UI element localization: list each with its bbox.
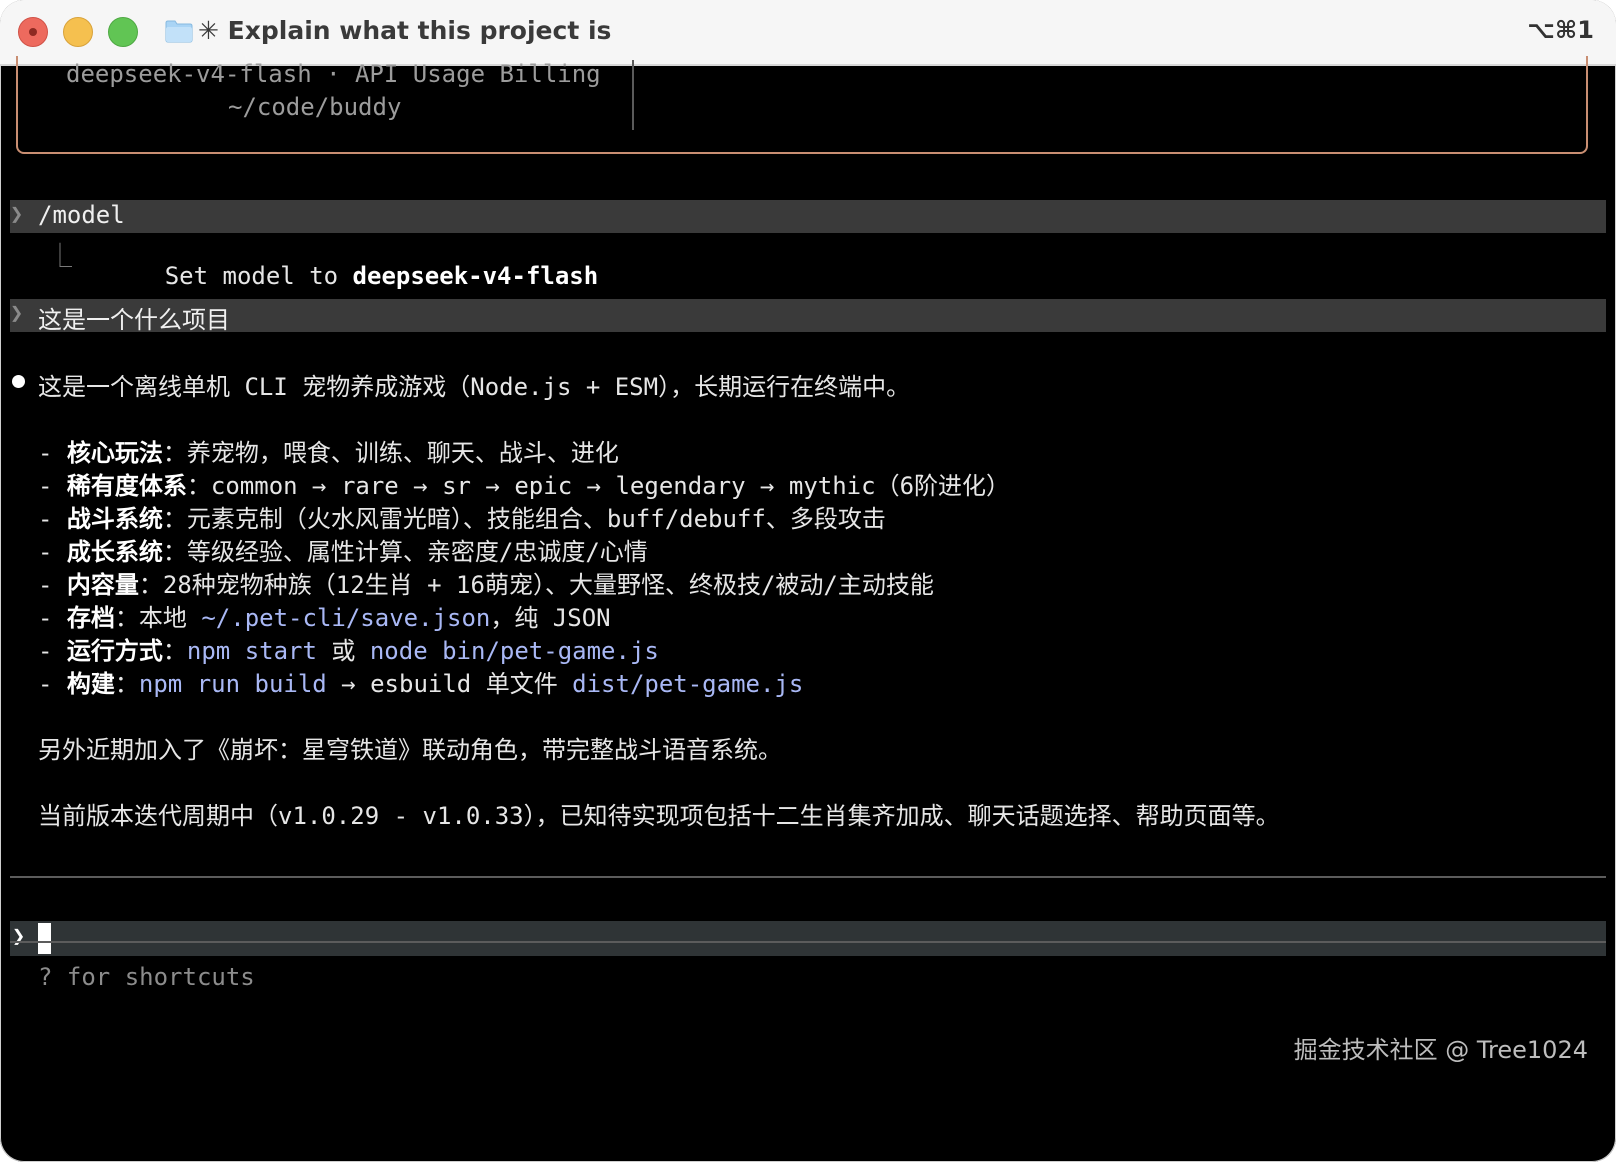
list-dash: - [38,538,67,566]
list-item-colon: ： [138,571,163,599]
model-billing-line: deepseek-v4-flash · API Usage Billing [66,60,601,88]
inline-code: npm run build [138,670,327,698]
list-item-label: 存档 [66,604,115,632]
list-item: - 内容量：28种宠物种族（12生肖 + 16萌宠）、大量野怪、终极技/被动/主… [38,565,934,600]
text-cursor [38,923,51,954]
list-dash: - [38,505,67,533]
list-item-colon: ： [114,670,139,698]
list-item-colon: ： [162,439,187,467]
list-item-text: ，纯 JSON [490,604,611,632]
answer-extra: 另外近期加入了《崩坏：星穹铁道》联动角色，带完整战斗语音系统。 [38,736,782,764]
terminal-content: deepseek-v4-flash · API Usage Billing ~/… [0,56,1616,1162]
answer-intro: 这是一个离线单机 CLI 宠物养成游戏（Node.js + ESM），长期运行在… [38,373,911,401]
prompt-chevron-icon: ❯ [12,924,26,949]
inline-code: node bin/pet-game.js [369,637,659,665]
list-dash: - [38,604,67,632]
working-directory: ~/code/buddy [228,93,402,121]
history-prompt-text: /model [38,201,125,229]
history-prompt-text: 这是一个什么项目 [38,306,230,334]
list-item: - 运行方式：npm start 或 node bin/pet-game.js [38,631,659,666]
list-item-text: 元素克制（火水风雷光暗）、技能组合、buff/debuff、多段攻击 [186,505,886,533]
prompt-input[interactable]: ❯ [10,921,1606,956]
list-item-colon: ： [114,604,139,632]
list-item-text: common → rare → sr → epic → legendary → … [210,472,1011,500]
list-item-text: 养宠物，喂食、训练、聊天、战斗、进化 [186,439,619,467]
list-item-label: 核心玩法 [66,439,163,467]
response-bullet-icon [12,375,25,388]
zoom-button[interactable] [108,17,138,47]
history-prompt-question: ❯ 这是一个什么项目 [10,299,1606,334]
list-dash: - [38,571,67,599]
list-item: - 存档：本地 ~/.pet-cli/save.json，纯 JSON [38,598,611,633]
minimize-button[interactable] [63,17,93,47]
list-item-label: 成长系统 [66,538,163,566]
list-item-label: 构建 [66,670,115,698]
list-dash: - [38,637,67,665]
list-item-colon: ： [162,505,187,533]
close-button[interactable] [18,17,48,47]
folder-icon [165,20,193,43]
list-item-label: 战斗系统 [66,505,163,533]
list-dash: - [38,472,67,500]
list-item-text: 等级经验、属性计算、亲密度/忠诚度/心情 [186,538,648,566]
list-item-label: 运行方式 [66,637,163,665]
window-title: ✳ Explain what this project is [198,16,612,45]
answer-status: 当前版本迭代周期中（v1.0.29 - v1.0.33），已知待实现项包括十二生… [38,802,1280,830]
session-header: deepseek-v4-flash · API Usage Billing ~/… [16,56,1588,154]
list-item: - 稀有度体系：common → rare → sr → epic → lege… [38,466,1010,501]
list-item: - 成长系统：等级经验、属性计算、亲密度/忠诚度/心情 [38,532,648,567]
model-result-value: deepseek-v4-flash [352,262,599,290]
list-item-colon: ： [162,637,187,665]
shortcuts-hint: ? for shortcuts [38,963,255,991]
list-item-colon: ： [162,538,187,566]
list-item: - 战斗系统：元素克制（火水风雷光暗）、技能组合、buff/debuff、多段攻… [38,499,886,534]
tree-corner-icon: ⎿ [48,242,72,270]
list-item-label: 稀有度体系 [66,472,187,500]
list-item-text: 或 [316,637,370,665]
input-bottom-divider [10,941,1606,943]
list-item-text: → esbuild 单文件 [326,670,573,698]
list-item-text: 28种宠物种族（12生肖 + 16萌宠）、大量野怪、终极技/被动/主动技能 [162,571,934,599]
window-shortcut: ⌥⌘1 [1527,16,1594,44]
input-top-divider [10,876,1606,878]
inline-code: dist/pet-game.js [572,670,804,698]
list-item-text: 本地 [138,604,202,632]
chevron-right-icon: ❯ [10,301,24,326]
list-dash: - [38,439,67,467]
inline-code: npm start [186,637,317,665]
close-icon [29,28,37,36]
watermark: 掘金技术社区 @ Tree1024 [1293,1036,1588,1064]
list-dash: - [38,670,67,698]
terminal-window: ✳ Explain what this project is ⌥⌘1 deeps… [0,0,1616,1162]
model-result-prefix: Set model to [164,262,353,290]
list-item-label: 内容量 [66,571,139,599]
list-item: - 构建：npm run build → esbuild 单文件 dist/pe… [38,664,803,699]
inline-code: ~/.pet-cli/save.json [201,604,491,632]
list-item: - 核心玩法：养宠物，喂食、训练、聊天、战斗、进化 [38,433,619,468]
list-item-colon: ： [186,472,211,500]
history-prompt-model: ❯ /model [10,200,1606,233]
chevron-right-icon: ❯ [10,202,24,227]
header-divider [632,60,634,130]
